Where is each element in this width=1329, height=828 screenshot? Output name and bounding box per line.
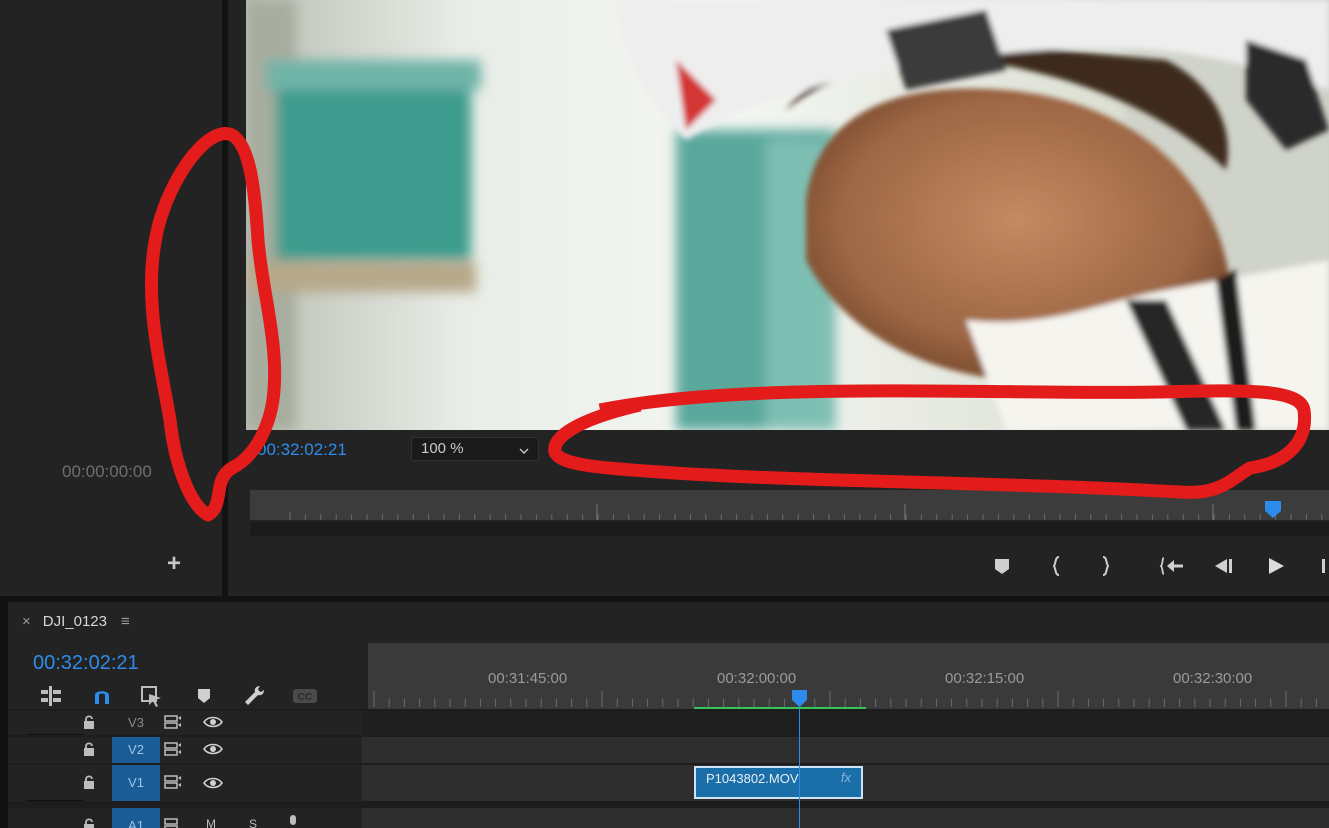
- lock-icon[interactable]: [82, 741, 96, 762]
- sync-lock-icon[interactable]: [164, 714, 182, 735]
- snap-toggle[interactable]: [89, 684, 115, 708]
- solo-button[interactable]: S: [249, 817, 257, 828]
- play-icon: [1269, 558, 1284, 574]
- video-frame-image: [246, 0, 1329, 430]
- sync-lock-icon[interactable]: [164, 741, 182, 762]
- ruler-label: 00:32:15:00: [945, 670, 1025, 687]
- timeline-playhead-line[interactable]: [799, 708, 800, 828]
- timeline-timecode[interactable]: 00:32:02:21: [33, 652, 139, 675]
- step-forward-button[interactable]: [1314, 553, 1329, 579]
- microphone-icon[interactable]: [286, 814, 300, 828]
- source-monitor-panel: [0, 0, 222, 596]
- track-row-v2[interactable]: [362, 737, 1329, 763]
- add-marker-timeline-button[interactable]: [191, 684, 217, 708]
- linked-selection-icon: [141, 686, 161, 707]
- program-video-frame: [246, 0, 1329, 430]
- eye-icon[interactable]: [203, 714, 223, 735]
- close-icon[interactable]: ×: [22, 613, 31, 630]
- track-label[interactable]: V1: [112, 765, 160, 801]
- zoom-level-select[interactable]: 100 %: [411, 437, 539, 461]
- ruler-label: 00:31:45:00: [488, 670, 568, 687]
- source-timecode[interactable]: 00:00:00:00: [62, 462, 152, 482]
- sync-lock-icon[interactable]: [164, 774, 182, 795]
- zoom-level-value: 100 %: [421, 440, 464, 457]
- track-row-a1[interactable]: [362, 808, 1329, 828]
- lock-icon[interactable]: [82, 774, 96, 795]
- captions-button[interactable]: CC: [292, 684, 318, 708]
- program-timecode[interactable]: 00:32:02:21: [257, 440, 347, 460]
- timeline-playhead[interactable]: [791, 689, 808, 714]
- track-label[interactable]: A1: [112, 808, 160, 828]
- svg-text:CC: CC: [298, 692, 312, 703]
- chevron-down-icon: [518, 442, 530, 464]
- closed-captions-icon: CC: [293, 689, 317, 703]
- go-to-in-icon: [1159, 557, 1183, 575]
- lock-icon[interactable]: [82, 714, 96, 735]
- mark-out-button[interactable]: [1092, 553, 1118, 579]
- wrench-icon: [245, 686, 264, 705]
- track-header-a1: A1 M S: [8, 808, 362, 828]
- mark-in-button[interactable]: [1044, 553, 1070, 579]
- nest-sequence-toggle[interactable]: [38, 684, 64, 708]
- marker-icon: [198, 689, 210, 703]
- step-back-button[interactable]: [1211, 553, 1237, 579]
- sync-lock-icon[interactable]: [164, 817, 182, 828]
- track-header-v3: V3: [8, 711, 362, 735]
- magnet-icon: [95, 691, 109, 704]
- track-label[interactable]: V2: [112, 737, 160, 763]
- mute-button[interactable]: M: [206, 817, 216, 828]
- sequence-name: DJI_0123: [42, 613, 107, 630]
- panel-menu-icon[interactable]: ≡: [121, 613, 130, 630]
- track-header-v1: V1: [8, 765, 362, 801]
- program-time-ruler[interactable]: [250, 490, 1329, 520]
- linked-selection-toggle[interactable]: [139, 684, 165, 708]
- step-back-icon: [1215, 559, 1232, 573]
- add-button[interactable]: +: [162, 552, 186, 576]
- track-divider: [26, 734, 84, 735]
- lock-icon[interactable]: [82, 817, 96, 828]
- insert-nest-icon: [41, 686, 61, 706]
- video-clip[interactable]: P1043802.MOV fx: [694, 766, 863, 799]
- add-marker-button[interactable]: [989, 553, 1015, 579]
- sequence-tab[interactable]: × DJI_0123 ≡: [22, 613, 130, 633]
- mark-out-icon: [1102, 556, 1110, 576]
- track-row-v3[interactable]: [362, 711, 1329, 735]
- mark-in-icon: [1052, 556, 1060, 576]
- track-header-v2: V2: [8, 737, 362, 763]
- track-label[interactable]: V3: [112, 711, 160, 735]
- clip-name: P1043802.MOV: [706, 771, 799, 786]
- play-button[interactable]: [1263, 553, 1289, 579]
- marker-icon: [995, 559, 1009, 574]
- eye-icon[interactable]: [203, 775, 223, 796]
- go-to-in-button[interactable]: [1159, 553, 1185, 579]
- ruler-label: 00:32:00:00: [717, 670, 797, 687]
- eye-icon[interactable]: [203, 741, 223, 762]
- fx-badge[interactable]: fx: [841, 770, 851, 785]
- program-zoom-scrollbar[interactable]: [250, 522, 1329, 536]
- step-forward-icon: [1322, 559, 1325, 573]
- ruler-label: 00:32:30:00: [1173, 670, 1253, 687]
- track-divider: [26, 800, 84, 801]
- timeline-settings-button[interactable]: [242, 684, 268, 708]
